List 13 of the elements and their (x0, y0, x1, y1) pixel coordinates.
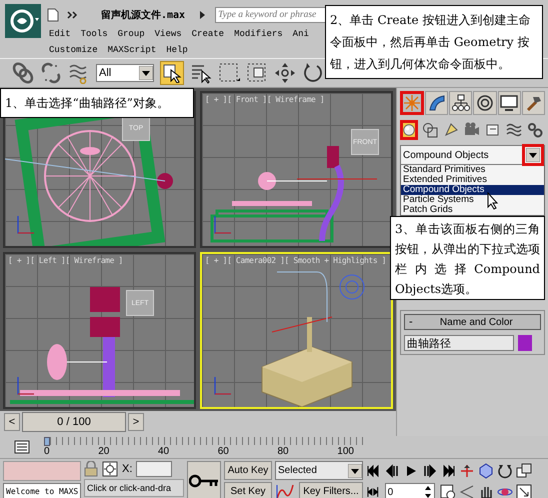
frame-number: 60 (218, 446, 229, 457)
frame-number: 100 (337, 446, 354, 457)
frame-number: 80 (278, 446, 289, 457)
file-title: 留声机源文件.max (101, 8, 186, 22)
callout-tooltip: 2、单击 Create 按钮进入到创建主命令面板中，然后再单击 Geometry 按钮，进入到几何体次命令面板中。 (325, 5, 543, 79)
frame-number: 0 (44, 446, 50, 457)
rollout-title: Name and Color (438, 316, 514, 328)
callout-tooltip: 1、单击选择“曲轴路径”对象。 (0, 88, 194, 118)
status-hint: Click or click-and-dra (84, 479, 184, 497)
coordinate-label: X: (122, 463, 132, 475)
callout-tooltip: 3、单击该面板右侧的三角按钮，从弹出的下拉式选项栏内选择Compound Objects选项。 (390, 216, 545, 300)
frame-number: 20 (98, 446, 110, 457)
frame-number: 40 (158, 446, 170, 457)
